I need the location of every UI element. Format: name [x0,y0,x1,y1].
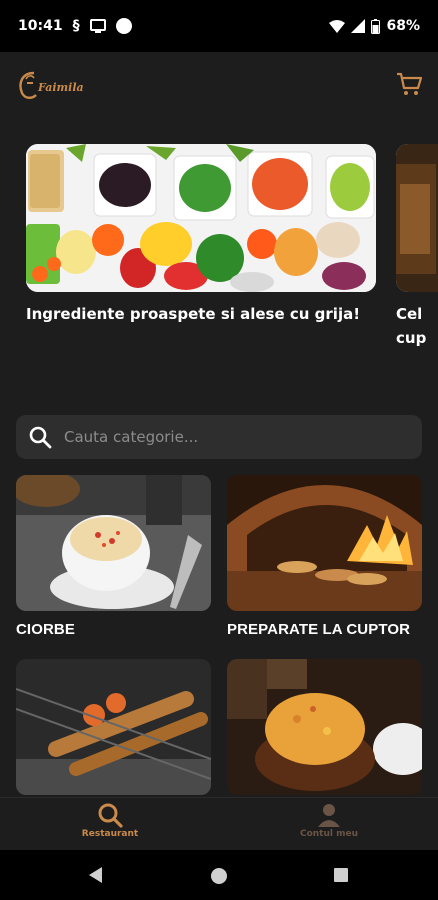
status-right: 68% [329,18,420,34]
category-card-gratar[interactable] [16,659,211,795]
banner-caption: Ingrediente proaspete si alese cu grija! [26,305,361,323]
cast-icon [89,19,106,33]
status-left: 10:41 § [18,18,132,34]
banner-image-ingredients [26,144,376,292]
battery-percent: 68% [386,18,420,34]
banner-caption-next: Cel cup [396,305,427,347]
category-image-ciorbe [16,475,211,611]
header: Faimila [0,52,438,122]
search-icon [98,803,123,828]
category-card-ciorbe[interactable]: CIORBE [16,475,211,638]
category-image-gratar [16,659,211,795]
nav-item-contul-meu[interactable]: Contul meu [269,802,389,839]
signal-icon [351,19,366,33]
app-screen: Faimila Ingrediente proaspete si alese c… [0,52,438,797]
cart-icon [397,72,423,95]
search-bar[interactable]: Cauta categorie... [16,415,422,459]
brand-logo[interactable]: Faimila [16,69,84,101]
status-time: 10:41 [18,18,63,34]
banner-card-next[interactable]: Cel cup [396,144,438,350]
recents-icon[interactable] [333,867,349,883]
system-navigation-bar [0,850,438,900]
category-title: CIORBE [16,621,75,638]
search-icon [29,426,52,449]
category-card-garnituri[interactable] [227,659,422,795]
user-icon [318,804,340,827]
cart-button[interactable] [396,72,423,100]
bottom-navigation: Restaurant Contul meu [0,797,438,850]
notification-dot-icon [115,18,132,34]
wifi-icon [329,20,346,33]
battery-icon [371,18,381,34]
nav-label-contul-meu: Contul meu [299,829,358,839]
search-input[interactable]: Cauta categorie... [64,428,198,446]
category-image-garnituri [227,659,422,795]
nav-label-restaurant: Restaurant [81,829,139,839]
category-title: PREPARATE LA CUPTOR [227,621,411,638]
back-icon[interactable] [89,867,103,883]
status-bar: 10:41 § 68% [0,0,438,52]
vpn-icon: § [72,18,80,34]
nav-item-restaurant[interactable]: Restaurant [50,802,170,839]
category-image-cuptor [227,475,422,611]
home-icon[interactable] [209,866,229,886]
banner-card[interactable]: Ingrediente proaspete si alese cu grija! [26,144,376,326]
brand-name: Faimila [38,80,84,94]
banner-image-next [396,144,438,292]
category-card-cuptor[interactable]: PREPARATE LA CUPTOR [227,475,422,638]
